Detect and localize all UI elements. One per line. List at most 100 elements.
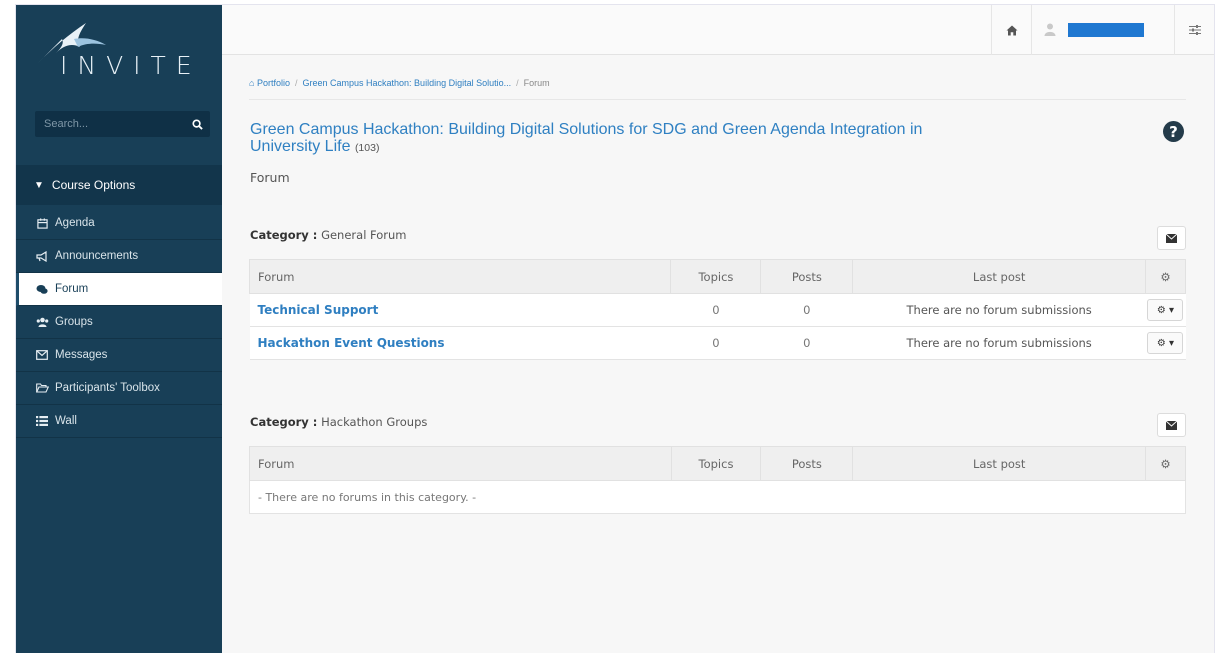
envelope-icon: [1166, 420, 1177, 430]
course-title-text: Green Campus Hackathon: Building Digital…: [250, 121, 923, 155]
breadcrumb-separator: /: [294, 78, 298, 88]
posts-cell: 0: [760, 326, 853, 360]
category-heading: Category : Hackathon Groups: [250, 415, 427, 429]
user-menu[interactable]: [1031, 5, 1174, 55]
search-button[interactable]: [184, 111, 210, 137]
breadcrumb-root-label: Portfolio: [256, 78, 290, 88]
col-posts: Posts: [760, 446, 854, 481]
sidebar-item-participants-toolbox[interactable]: Participants' Toolbox: [16, 372, 222, 405]
chevron-down-icon: ▼: [34, 179, 44, 191]
envelope-icon: [34, 350, 50, 360]
cogs-icon: ⚙: [1160, 456, 1171, 471]
table-header: Forum Topics Posts Last post ⚙: [248, 259, 1187, 294]
category-heading: Category : General Forum: [250, 228, 407, 242]
envelope-icon: [1166, 233, 1177, 243]
course-menu: Agenda Announcements Forum Groups Messag…: [16, 207, 222, 438]
sidebar: INVITE Search... ▼ Course Options Agenda: [16, 5, 222, 653]
app-window: INVITE Search... ▼ Course Options Agenda: [15, 4, 1215, 653]
sidebar-item-agenda[interactable]: Agenda: [16, 207, 222, 240]
col-topics: Topics: [670, 259, 762, 294]
table-row: Hackathon Event Questions 0 0 There are …: [249, 326, 1186, 360]
sidebar-item-forum[interactable]: Forum: [16, 273, 222, 306]
help-icon[interactable]: ?: [1163, 121, 1184, 142]
sidebar-item-label: Wall: [55, 415, 77, 427]
cogs-icon: ⚙: [1160, 269, 1171, 284]
category-name: General Forum: [321, 228, 407, 242]
sidebar-item-label: Participants' Toolbox: [55, 382, 160, 394]
calendar-icon: [34, 217, 50, 229]
table-header: Forum Topics Posts Last post ⚙: [249, 446, 1186, 481]
brand-name: INVITE: [60, 51, 202, 80]
table-row: - There are no forums in this category. …: [249, 480, 1186, 514]
posts-cell: 0: [760, 293, 853, 327]
forum-actions-dropdown[interactable]: ⚙ ▾: [1147, 332, 1184, 354]
brand-logo[interactable]: INVITE: [30, 13, 210, 83]
divider: [249, 99, 1186, 100]
actions-cell: ⚙ ▾: [1145, 293, 1186, 327]
course-options-label: Course Options: [51, 178, 136, 192]
caret-down-icon: ▾: [1169, 304, 1175, 316]
home-icon: [1006, 25, 1017, 35]
user-name-redacted: [1068, 23, 1144, 37]
forum-name-cell: Technical Support: [249, 293, 671, 327]
user-icon: [1044, 23, 1058, 37]
comments-icon: [34, 284, 50, 295]
forum-link[interactable]: Technical Support: [258, 303, 379, 317]
breadcrumb-portfolio[interactable]: ⌂ Portfolio: [249, 78, 290, 88]
home-button[interactable]: [991, 5, 1031, 55]
last-post-cell: There are no forum submissions: [852, 293, 1146, 327]
sidebar-item-label: Forum: [55, 283, 89, 295]
gear-icon: ⚙: [1156, 337, 1166, 349]
forum-link[interactable]: Hackathon Event Questions: [258, 336, 445, 350]
category-prefix: Category :: [250, 228, 318, 242]
sidebar-item-announcements[interactable]: Announcements: [16, 240, 222, 273]
course-count: (103): [354, 142, 380, 154]
last-post-cell: There are no forum submissions: [852, 326, 1146, 360]
sidebar-search[interactable]: Search...: [35, 111, 210, 137]
search-input[interactable]: Search...: [35, 118, 184, 130]
breadcrumb: ⌂ Portfolio / Green Campus Hackathon: Buil…: [249, 78, 550, 88]
top-bar: [222, 5, 1214, 55]
sidebar-item-label: Announcements: [55, 250, 139, 262]
breadcrumb-course[interactable]: Green Campus Hackathon: Building Digital…: [303, 78, 512, 88]
course-options-toggle[interactable]: ▼ Course Options: [16, 165, 222, 205]
breadcrumb-separator: /: [516, 78, 519, 88]
search-icon: [191, 118, 203, 130]
settings-button[interactable]: [1174, 5, 1214, 55]
col-last-post: Last post: [852, 446, 1147, 481]
table-row: Technical Support 0 0 There are no forum…: [249, 293, 1186, 327]
topics-cell: 0: [670, 326, 761, 360]
empty-message: - There are no forums in this category. …: [249, 480, 1186, 514]
actions-cell: ⚙ ▾: [1145, 326, 1186, 360]
col-forum: Forum: [248, 259, 672, 294]
home-icon: ⌂: [249, 78, 255, 88]
forum-table: Forum Topics Posts Last post ⚙ - There a…: [249, 446, 1186, 514]
col-actions: ⚙: [1145, 446, 1186, 481]
notify-button[interactable]: [1157, 226, 1186, 250]
col-forum: Forum: [249, 446, 672, 481]
notify-button[interactable]: [1157, 413, 1186, 437]
col-actions: ⚙: [1144, 259, 1187, 294]
caret-down-icon: ▾: [1169, 337, 1175, 349]
sidebar-item-wall[interactable]: Wall: [16, 405, 222, 438]
list-icon: [34, 416, 50, 426]
breadcrumb-current: Forum: [523, 78, 550, 88]
col-posts: Posts: [760, 259, 854, 294]
gear-icon: ⚙: [1156, 304, 1166, 316]
bullhorn-icon: [34, 250, 50, 262]
sidebar-item-label: Agenda: [55, 217, 95, 229]
category-name: Hackathon Groups: [321, 415, 428, 429]
forum-actions-dropdown[interactable]: ⚙ ▾: [1147, 299, 1184, 321]
forum-table: Forum Topics Posts Last post ⚙ Technical…: [248, 259, 1187, 360]
users-icon: [34, 317, 50, 328]
sidebar-item-label: Groups: [55, 316, 93, 328]
forum-name-cell: Hackathon Event Questions: [249, 326, 671, 360]
sidebar-item-label: Messages: [55, 349, 108, 361]
course-title: Green Campus Hackathon: Building Digital…: [250, 121, 930, 157]
col-last-post: Last post: [852, 259, 1146, 294]
page-title: Forum: [250, 170, 290, 185]
folder-open-icon: [34, 383, 50, 393]
category-prefix: Category :: [250, 415, 318, 429]
sidebar-item-groups[interactable]: Groups: [16, 306, 222, 339]
sidebar-item-messages[interactable]: Messages: [16, 339, 222, 372]
